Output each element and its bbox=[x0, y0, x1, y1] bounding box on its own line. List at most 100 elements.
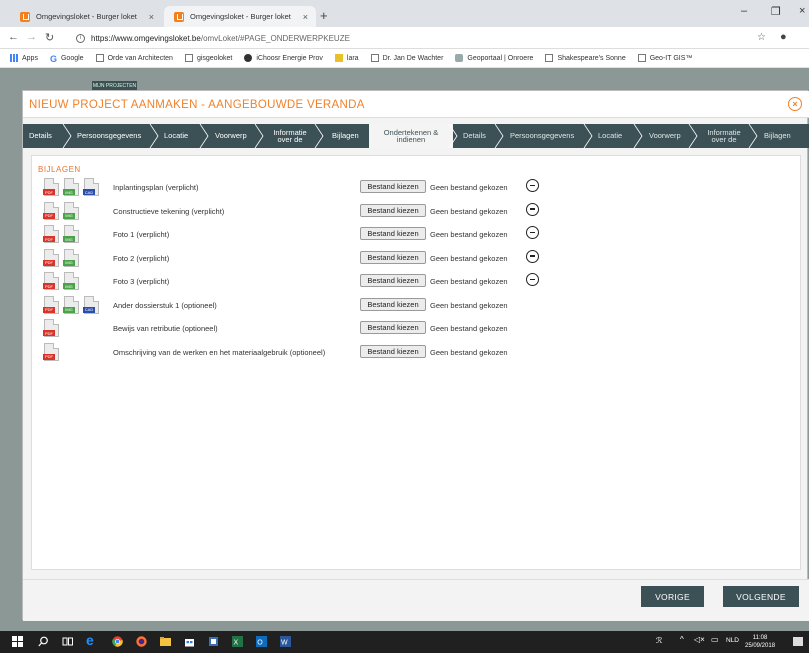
remove-attachment-icon[interactable] bbox=[526, 273, 539, 286]
step-separator-icon bbox=[633, 124, 643, 148]
language-indicator[interactable]: NLD bbox=[726, 637, 739, 644]
apps-icon bbox=[10, 54, 18, 62]
bookmark-item[interactable]: Geoportaal | Onroere bbox=[455, 54, 533, 62]
step-voorwerp-2[interactable]: Voorwerp bbox=[649, 124, 681, 148]
bookmark-item[interactable]: G Google bbox=[50, 54, 84, 64]
new-tab-icon[interactable]: + bbox=[320, 8, 328, 23]
store-icon[interactable] bbox=[184, 636, 195, 647]
close-tab-icon[interactable]: × bbox=[149, 12, 154, 22]
close-window-icon[interactable]: × bbox=[799, 5, 805, 17]
page-icon bbox=[184, 54, 193, 62]
choose-file-button[interactable]: Bestand kiezen bbox=[360, 297, 426, 311]
browser-tab[interactable]: Omgevingsloket - Burger loket × bbox=[10, 6, 162, 27]
step-ondertekenen[interactable]: Ondertekenen & indienen bbox=[377, 124, 445, 148]
notification-icon[interactable] bbox=[793, 637, 803, 646]
word-icon[interactable]: W bbox=[280, 636, 291, 647]
bookmark-item[interactable]: Dr. Jan De Wachter bbox=[370, 54, 443, 62]
search-icon[interactable] bbox=[38, 636, 49, 647]
file-status: Geen bestand gekozen bbox=[430, 300, 508, 310]
file-explorer-icon[interactable] bbox=[160, 636, 171, 647]
pdf-file-type-icon: PDF bbox=[43, 319, 59, 337]
step-separator-icon bbox=[149, 124, 159, 148]
attachment-row: PDF Omschrijving van de werken en het mat… bbox=[32, 342, 802, 363]
step-details[interactable]: Details bbox=[29, 124, 52, 148]
step-voorwerp[interactable]: Voorwerp bbox=[215, 124, 247, 148]
section-title: BIJLAGEN bbox=[38, 165, 81, 174]
step-locatie-2[interactable]: Locatie bbox=[598, 124, 622, 148]
step-locatie[interactable]: Locatie bbox=[164, 124, 188, 148]
remove-attachment-icon[interactable] bbox=[526, 226, 539, 239]
bookmark-item[interactable]: gisgeoloket bbox=[184, 54, 232, 62]
attachment-row: PDF IMG Constructieve tekening (verplicht)… bbox=[32, 201, 802, 222]
step-details-2[interactable]: Details bbox=[463, 124, 486, 148]
close-tab-icon[interactable]: × bbox=[303, 12, 308, 22]
chevron-up-icon[interactable]: ^ bbox=[680, 635, 684, 644]
account-icon[interactable]: ● bbox=[780, 31, 787, 43]
back-arrow-icon[interactable]: ← bbox=[8, 31, 19, 43]
step-informatie-2[interactable]: Informatie over de bbox=[703, 124, 745, 148]
next-button[interactable]: VOLGENDE bbox=[723, 586, 799, 607]
choose-file-button[interactable]: Bestand kiezen bbox=[360, 321, 426, 334]
step-bijlagen-2[interactable]: Bijlagen bbox=[764, 124, 791, 148]
task-view-icon[interactable] bbox=[62, 636, 73, 647]
firefox-browser-icon[interactable] bbox=[136, 636, 147, 647]
bookmark-star-icon[interactable]: ☆ bbox=[757, 32, 766, 43]
omgevingsloket-favicon-icon bbox=[20, 11, 30, 22]
windows-start-icon[interactable] bbox=[12, 636, 23, 647]
step-persoonsgegevens[interactable]: Persoonsgegevens bbox=[77, 124, 141, 148]
browser-tab-active[interactable]: Omgevingsloket - Burger loket × bbox=[164, 6, 316, 27]
volume-icon[interactable]: ◁× bbox=[694, 635, 705, 644]
file-type-badge: CAD bbox=[83, 189, 95, 195]
attachment-label: Inplantingsplan (verplicht) bbox=[113, 183, 199, 192]
attachment-row: PDF Bewijs van retributie (optioneel) Best… bbox=[32, 319, 802, 339]
remove-attachment-icon[interactable] bbox=[526, 179, 539, 192]
choose-file-button[interactable]: Bestand kiezen bbox=[360, 227, 426, 240]
system-clock[interactable]: 11:08 25/09/2018 bbox=[745, 634, 775, 650]
app-icon[interactable] bbox=[208, 636, 219, 647]
file-status: Geen bestand gekozen bbox=[430, 253, 508, 263]
step-separator-icon bbox=[688, 124, 698, 148]
step-separator-icon bbox=[583, 124, 593, 148]
minimize-icon[interactable]: – bbox=[741, 5, 747, 17]
remove-attachment-icon[interactable] bbox=[526, 249, 539, 263]
bookmark-item[interactable]: lara bbox=[334, 54, 359, 62]
network-icon[interactable]: ▭ bbox=[711, 635, 719, 644]
bookmark-item[interactable]: iChoosr Energie Prov bbox=[244, 54, 323, 62]
reload-icon[interactable]: ↻ bbox=[45, 31, 54, 44]
previous-button[interactable]: VORIGE bbox=[641, 586, 704, 607]
my-projects-button[interactable]: MIJN PROJECTEN bbox=[92, 81, 137, 90]
restore-icon[interactable]: ❐ bbox=[771, 5, 781, 18]
outlook-icon[interactable]: O bbox=[256, 636, 267, 647]
bookmark-item[interactable]: Shakespeare's Sonne bbox=[545, 54, 626, 62]
bookmark-item[interactable]: Orde van Architecten bbox=[95, 54, 173, 62]
img-file-type-icon: IMG bbox=[63, 201, 79, 220]
choose-file-button[interactable]: Bestand kiezen bbox=[360, 250, 426, 264]
file-type-badge: PDF bbox=[43, 189, 55, 195]
edge-browser-icon[interactable]: e bbox=[86, 632, 97, 648]
img-file-type-icon: IMG bbox=[63, 272, 79, 290]
page-icon bbox=[637, 54, 646, 62]
bookmark-item[interactable]: Apps bbox=[10, 54, 38, 62]
file-status: Geen bestand gekozen bbox=[430, 347, 508, 357]
people-icon[interactable]: ℛ bbox=[656, 636, 662, 645]
excel-icon[interactable]: X bbox=[232, 636, 243, 647]
choose-file-button[interactable]: Bestand kiezen bbox=[360, 203, 426, 217]
bookmark-item[interactable]: Geo-IT GIS™ bbox=[637, 54, 692, 62]
step-bijlagen[interactable]: Bijlagen bbox=[332, 124, 359, 148]
choose-file-button[interactable]: Bestand kiezen bbox=[360, 180, 426, 193]
step-informatie[interactable]: Informatie over de bbox=[269, 124, 311, 148]
file-type-badge: PDF bbox=[43, 353, 55, 360]
url-field[interactable]: i https://www.omgevingsloket.be /omvLoke… bbox=[76, 30, 736, 46]
step-persoonsgegevens-2[interactable]: Persoonsgegevens bbox=[510, 124, 574, 148]
pdf-file-type-icon: PDF bbox=[43, 342, 59, 361]
choose-file-button[interactable]: Bestand kiezen bbox=[360, 344, 426, 358]
chrome-browser-icon[interactable] bbox=[112, 636, 123, 647]
site-info-icon[interactable]: i bbox=[76, 33, 85, 43]
file-status: Geen bestand gekozen bbox=[430, 324, 508, 333]
forward-arrow-icon[interactable]: → bbox=[26, 31, 37, 43]
remove-attachment-icon[interactable] bbox=[526, 202, 539, 216]
step-separator-icon bbox=[494, 124, 504, 148]
choose-file-button[interactable]: Bestand kiezen bbox=[360, 274, 426, 287]
close-modal-icon[interactable]: × bbox=[788, 97, 802, 111]
img-file-type-icon: IMG bbox=[63, 248, 79, 267]
